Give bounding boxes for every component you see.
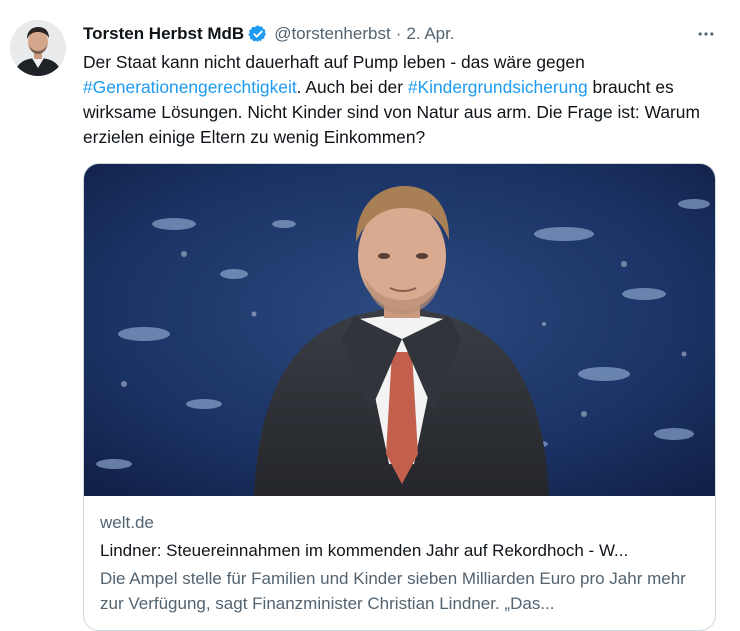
tweet[interactable]: Torsten Herbst MdB @torstenherbst · 2. A… [0, 0, 740, 631]
tweet-header: Torsten Herbst MdB @torstenherbst · 2. A… [83, 22, 455, 46]
tweet-date[interactable]: 2. Apr. [406, 24, 454, 44]
tweet-text: Der Staat kann nicht dauerhaft auf Pump … [83, 50, 728, 150]
author-name[interactable]: Torsten Herbst MdB [83, 24, 244, 44]
author-handle[interactable]: @torstenherbst [274, 24, 390, 44]
card-domain: welt.de [100, 513, 154, 532]
tweet-text-part: . Auch bei der [296, 77, 408, 97]
hashtag-link[interactable]: #Generationengerechtigkeit [83, 77, 297, 97]
link-preview-card[interactable]: welt.de Lindner: Steuereinnahmen im komm… [83, 163, 716, 631]
more-horizontal-icon[interactable] [690, 20, 722, 48]
avatar[interactable] [10, 20, 66, 76]
card-title: Lindner: Steuereinnahmen im kommenden Ja… [100, 541, 629, 560]
card-description: Die Ampel stelle für Familien und Kinder… [100, 569, 686, 613]
tweet-text-part: Der Staat kann nicht dauerhaft auf Pump … [83, 52, 585, 72]
hashtag-link[interactable]: #Kindergrundsicherung [408, 77, 588, 97]
verified-badge-icon [248, 24, 268, 44]
meta-separator: · [395, 24, 402, 43]
card-image[interactable] [84, 164, 715, 496]
